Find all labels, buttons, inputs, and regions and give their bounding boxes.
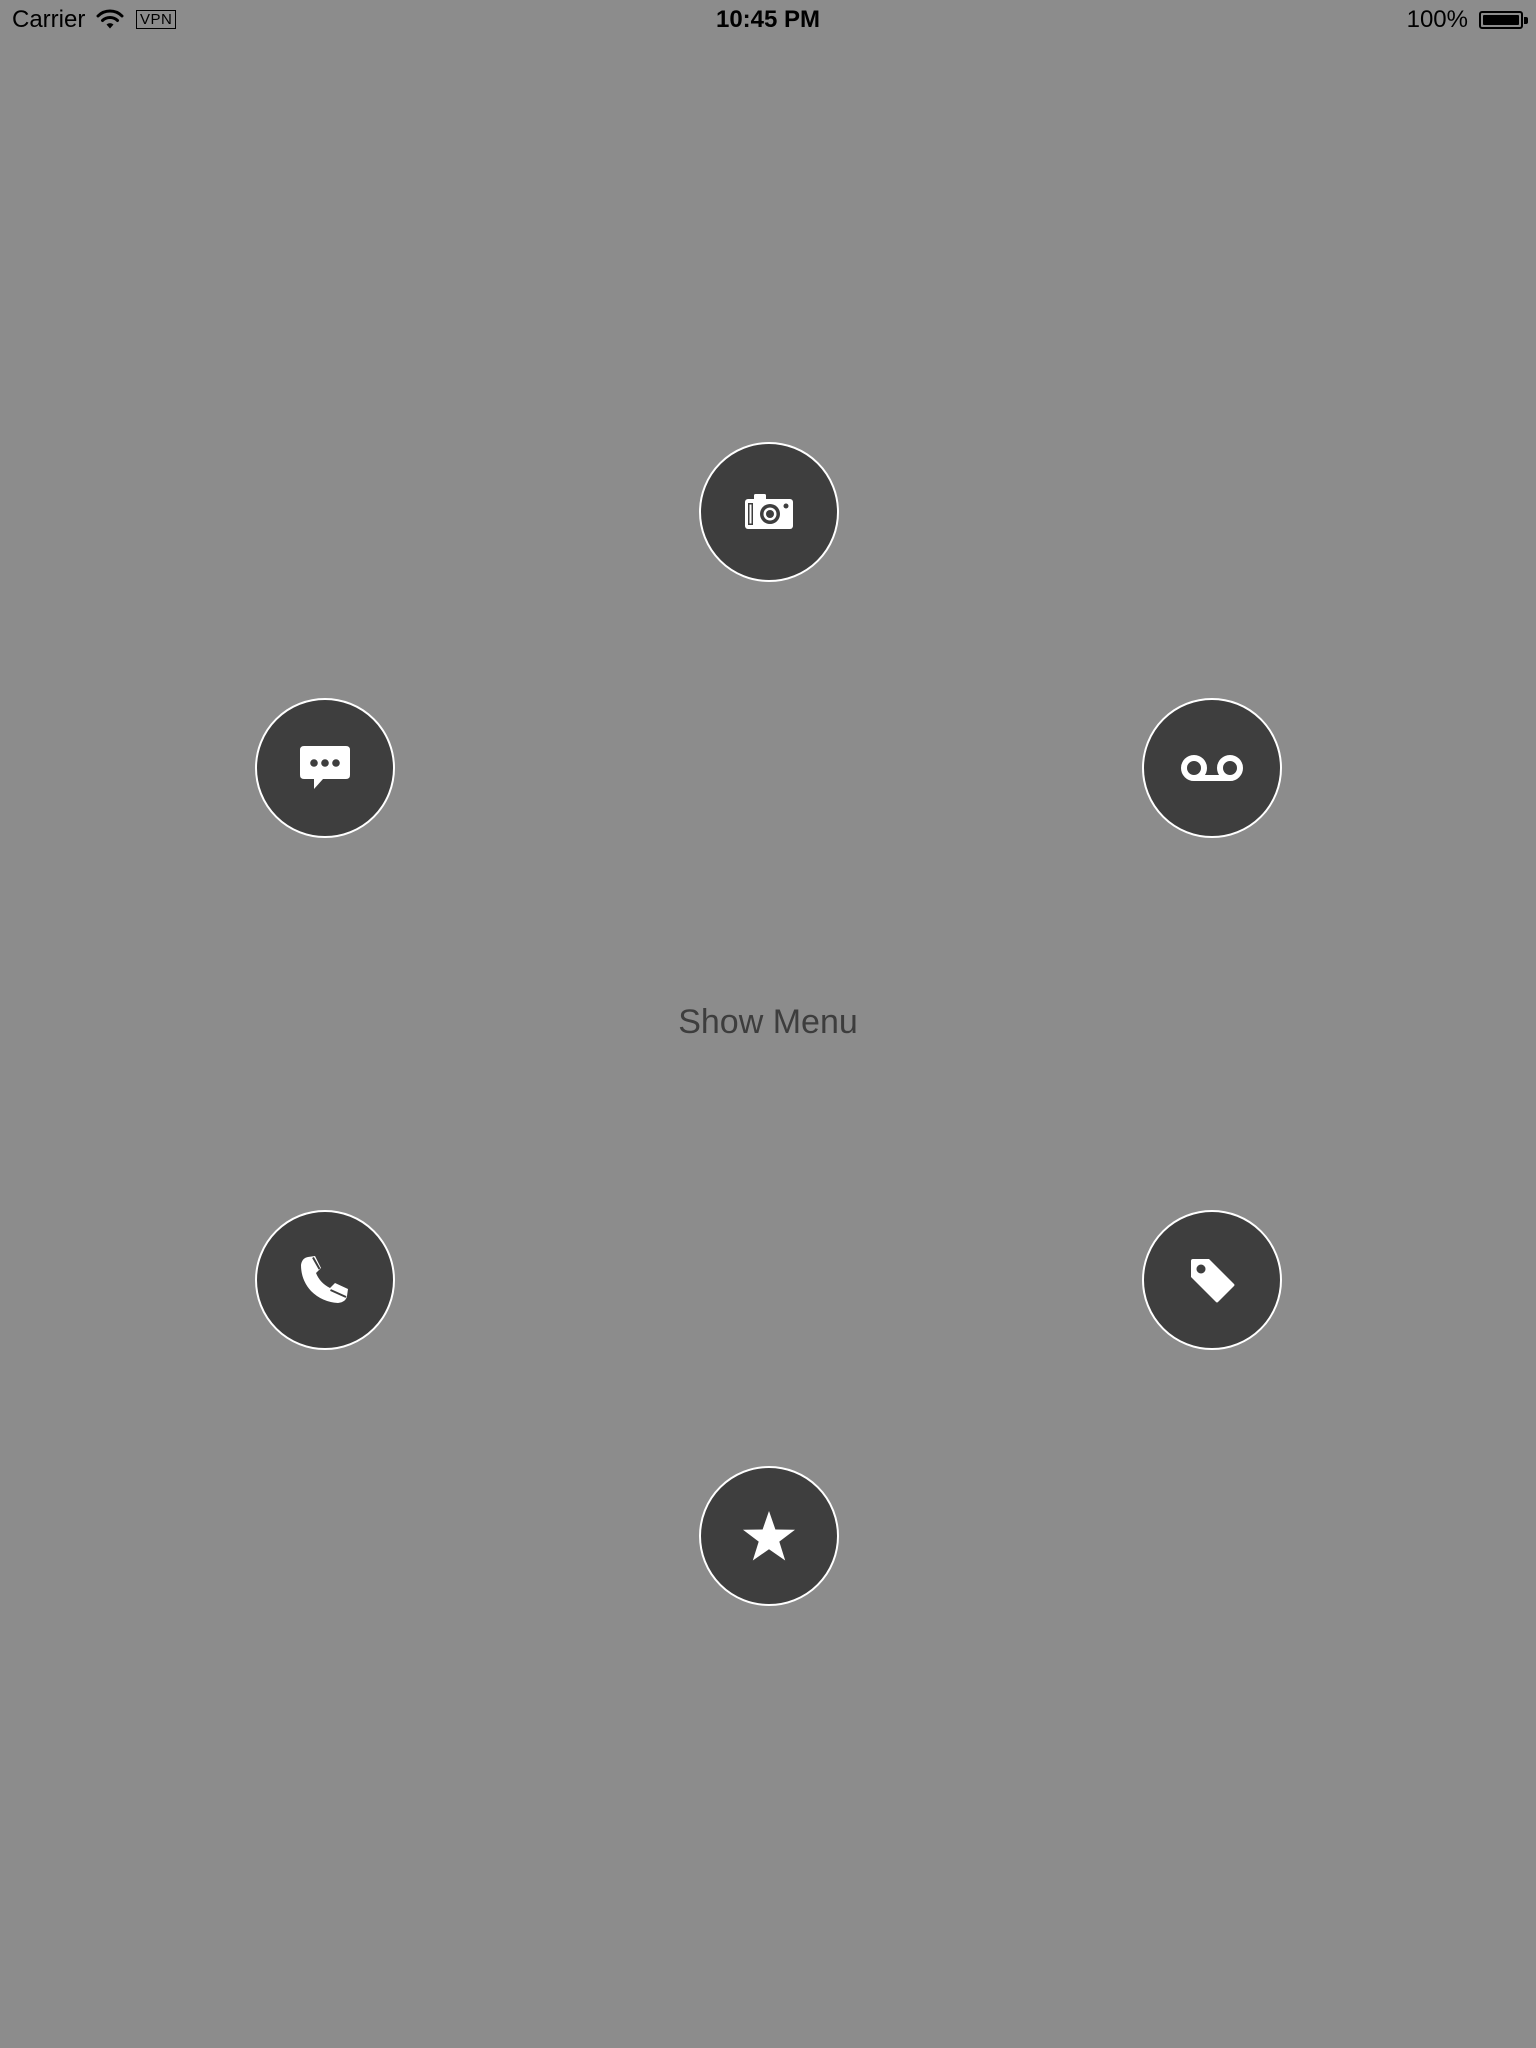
voicemail-icon — [1180, 754, 1244, 782]
tag-button[interactable] — [1142, 1210, 1282, 1350]
battery-percent: 100% — [1406, 6, 1468, 33]
status-bar: Carrier VPN 10:45 PM 100% — [0, 0, 1536, 40]
star-icon — [742, 1510, 796, 1562]
battery-tip — [1524, 17, 1528, 24]
status-time: 10:45 PM — [715, 6, 821, 33]
message-button[interactable] — [255, 698, 395, 838]
phone-icon — [300, 1255, 350, 1305]
tag-icon — [1188, 1256, 1236, 1304]
voicemail-button[interactable] — [1142, 698, 1282, 838]
show-menu-button[interactable]: Show Menu — [0, 1000, 1536, 1044]
camera-icon — [744, 493, 794, 531]
battery-icon — [1479, 11, 1523, 29]
star-button[interactable] — [699, 1466, 839, 1606]
camera-button[interactable] — [699, 442, 839, 582]
battery-fill — [1483, 15, 1519, 25]
phone-button[interactable] — [255, 1210, 395, 1350]
message-icon — [299, 745, 351, 791]
